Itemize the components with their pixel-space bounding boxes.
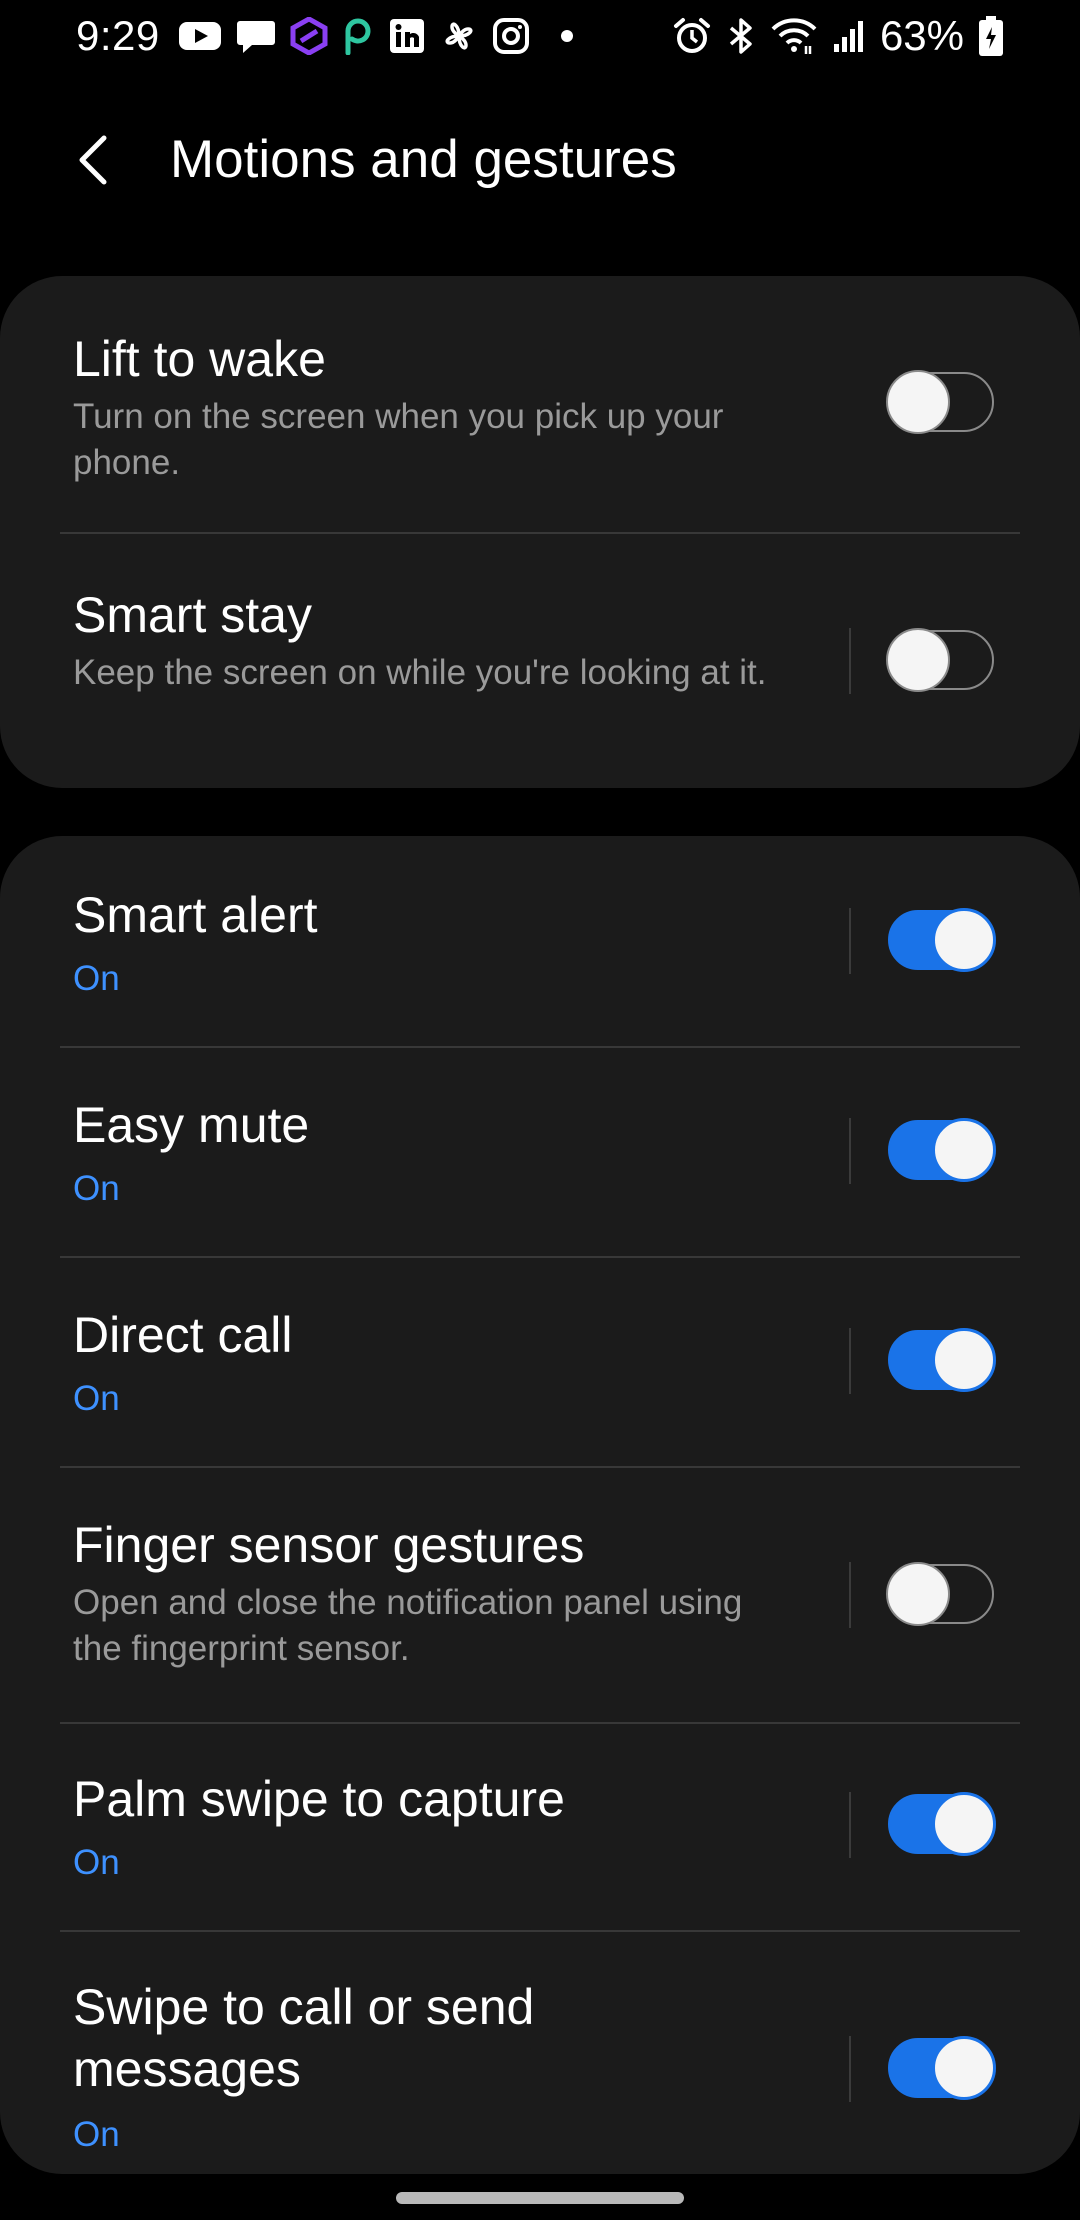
toggle-knob (932, 1328, 996, 1392)
alarm-icon (672, 16, 712, 56)
direct-call-toggle[interactable] (888, 1328, 998, 1394)
setting-swipe-to-call-or-send-messages[interactable]: Swipe to call or send messages On (0, 1932, 1080, 2174)
back-button[interactable] (58, 124, 130, 196)
vertical-separator (849, 2036, 851, 2102)
instagram-icon (492, 17, 530, 55)
setting-description: Turn on the screen when you pick up your… (73, 397, 724, 482)
setting-smart-stay[interactable]: Smart stay Keep the screen on while you'… (0, 534, 1080, 788)
battery-icon (978, 15, 1004, 57)
setting-status: On (73, 1843, 120, 1882)
settings-group-1: Lift to wake Turn on the screen when you… (0, 276, 1080, 788)
status-time: 9:29 (76, 12, 160, 59)
youtube-icon (178, 20, 222, 52)
messages-icon (236, 17, 276, 55)
toggle-knob (886, 1562, 950, 1626)
setting-title: Swipe to call or send messages (73, 1979, 535, 2097)
toggle-knob (932, 1792, 996, 1856)
setting-description: Keep the screen on while you're looking … (73, 653, 767, 692)
setting-title: Smart alert (73, 887, 318, 943)
page-title: Motions and gestures (170, 130, 677, 189)
bluetooth-icon (726, 16, 756, 56)
lift-to-wake-toggle[interactable] (886, 370, 998, 436)
vertical-separator (849, 908, 851, 974)
setting-easy-mute[interactable]: Easy mute On (0, 1048, 1080, 1256)
navigation-handle[interactable] (396, 2192, 684, 2204)
back-arrow-icon (79, 135, 107, 185)
swipe-to-call-toggle[interactable] (888, 2036, 998, 2102)
battery-percent: 63% (879, 12, 964, 59)
setting-title: Lift to wake (73, 331, 326, 387)
setting-palm-swipe-to-capture[interactable]: Palm swipe to capture On (0, 1724, 1080, 1930)
vertical-separator (849, 1328, 851, 1394)
toggle-knob (932, 1118, 996, 1182)
vertical-separator (849, 1562, 851, 1628)
easy-mute-toggle[interactable] (888, 1118, 998, 1184)
setting-title: Easy mute (73, 1097, 310, 1153)
setting-smart-alert[interactable]: Smart alert On (0, 836, 1080, 1046)
wifi-icon (770, 16, 818, 56)
pinwheel-icon (440, 17, 478, 55)
notification-icons (178, 17, 574, 55)
setting-status: On (73, 1379, 120, 1418)
toggle-knob (886, 628, 950, 692)
toggle-knob (932, 908, 996, 972)
setting-direct-call[interactable]: Direct call On (0, 1258, 1080, 1466)
status-right: 63% (672, 8, 1004, 64)
smart-stay-toggle[interactable] (886, 628, 998, 694)
vertical-separator (849, 1792, 851, 1858)
p-app-icon (342, 17, 374, 55)
setting-title: Palm swipe to capture (73, 1771, 565, 1827)
status-left: 9:29 (76, 8, 574, 64)
linkedin-icon (388, 17, 426, 55)
setting-title: Direct call (73, 1307, 293, 1363)
setting-status: On (73, 1169, 120, 1208)
app-header: Motions and gestures (0, 100, 1080, 220)
toggle-knob (932, 2036, 996, 2100)
vertical-separator (849, 628, 851, 694)
setting-lift-to-wake[interactable]: Lift to wake Turn on the screen when you… (0, 276, 1080, 532)
setting-title: Smart stay (73, 587, 312, 643)
setting-title: Finger sensor gestures (73, 1517, 585, 1573)
vertical-separator (849, 1118, 851, 1184)
setting-status: On (73, 959, 120, 998)
signal-icon (832, 18, 866, 54)
setting-finger-sensor-gestures[interactable]: Finger sensor gestures Open and close th… (0, 1468, 1080, 1722)
setting-status: On (73, 2115, 120, 2154)
settings-group-2: Smart alert On Easy mute On Direct call … (0, 836, 1080, 2174)
dot-icon (560, 29, 574, 43)
toggle-knob (886, 370, 950, 434)
status-bar: 9:29 63% (0, 0, 1080, 72)
setting-description: Open and close the notification panel us… (73, 1583, 743, 1668)
palm-swipe-toggle[interactable] (888, 1792, 998, 1858)
smart-alert-toggle[interactable] (888, 908, 998, 974)
crypto-icon (290, 17, 328, 55)
finger-sensor-gestures-toggle[interactable] (886, 1562, 998, 1628)
